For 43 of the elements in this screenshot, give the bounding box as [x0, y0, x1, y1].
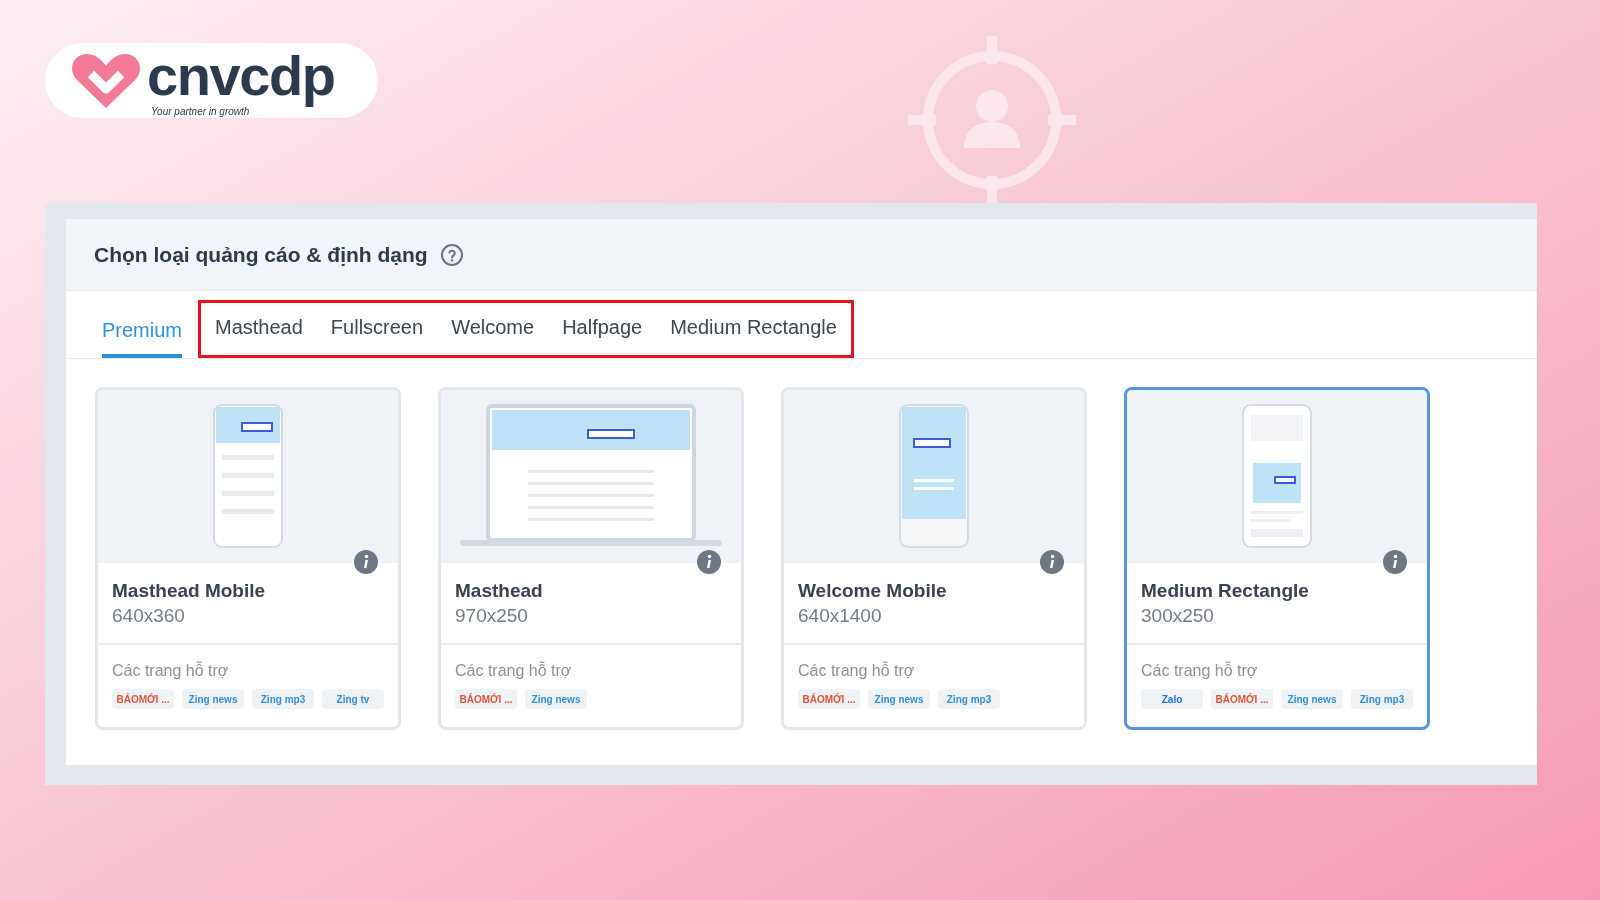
ad-format-card[interactable]: Masthead Mobile 640x360 Các trang hỗ trợ BÁOMỚI ... Zing news Zing mp3 Zing tv	[95, 387, 401, 730]
tab[interactable]: Medium Rectangle	[670, 311, 837, 355]
info-icon[interactable]	[1040, 550, 1064, 574]
tab[interactable]: Welcome	[451, 311, 535, 355]
tab[interactable]: Masthead	[215, 311, 303, 355]
site-tag: BÁOMỚI ...	[798, 689, 860, 709]
site-tag: Zing mp3	[1351, 689, 1413, 709]
brand-tagline: Your partner in growth	[151, 106, 250, 117]
card-size: 640x360	[112, 604, 186, 628]
site-tag: Zing news	[182, 689, 244, 709]
info-icon[interactable]	[1383, 550, 1407, 574]
panel-title: Chọn loại quảng cáo & định dạng	[94, 241, 428, 268]
supported-sites-label: Các trang hỗ trợ	[455, 660, 573, 681]
card-title: Masthead	[455, 579, 544, 603]
site-tag: Zalo	[1141, 689, 1203, 709]
site-tag: BÁOMỚI ...	[112, 689, 174, 709]
site-tag: Zing news	[525, 689, 587, 709]
target-people-icon	[908, 36, 1076, 204]
ad-format-card[interactable]: Masthead 970x250 Các trang hỗ trợ BÁOMỚI ... Zing news	[438, 387, 744, 730]
site-tag: Zing tv	[322, 689, 384, 709]
brand-name: cnvcdp	[147, 44, 335, 107]
site-tag: Zing news	[1281, 689, 1343, 709]
site-tag: Zing mp3	[252, 689, 314, 709]
supported-sites-label: Các trang hỗ trợ	[112, 660, 230, 681]
site-tag: BÁOMỚI ...	[1211, 689, 1273, 709]
card-title: Welcome Mobile	[798, 579, 948, 603]
tab[interactable]: Fullscreen	[330, 311, 424, 355]
supported-sites-label: Các trang hỗ trợ	[798, 660, 916, 681]
ad-format-card[interactable]: Welcome Mobile 640x1400 Các trang hỗ trợ BÁOMỚI ... Zing news Zing mp3	[781, 387, 1087, 730]
site-tag: BÁOMỚI ...	[455, 689, 517, 709]
site-tag: Zing mp3	[938, 689, 1000, 709]
ad-format-card[interactable]: Medium Rectangle 300x250 Các trang hỗ trợ Zalo BÁOMỚI ... Zing news Zing mp3	[1124, 387, 1430, 730]
info-icon[interactable]	[697, 550, 721, 574]
info-icon[interactable]	[354, 550, 378, 574]
card-size: 300x250	[1141, 604, 1215, 628]
card-size: 970x250	[455, 604, 529, 628]
card-title: Masthead Mobile	[112, 579, 267, 603]
card-size: 640x1400	[798, 604, 883, 628]
site-tag: Zing news	[868, 689, 930, 709]
help-icon[interactable]	[439, 242, 464, 267]
supported-sites-label: Các trang hỗ trợ	[1141, 660, 1259, 681]
tab[interactable]: Halfpage	[562, 311, 643, 355]
card-title: Medium Rectangle	[1141, 579, 1310, 603]
